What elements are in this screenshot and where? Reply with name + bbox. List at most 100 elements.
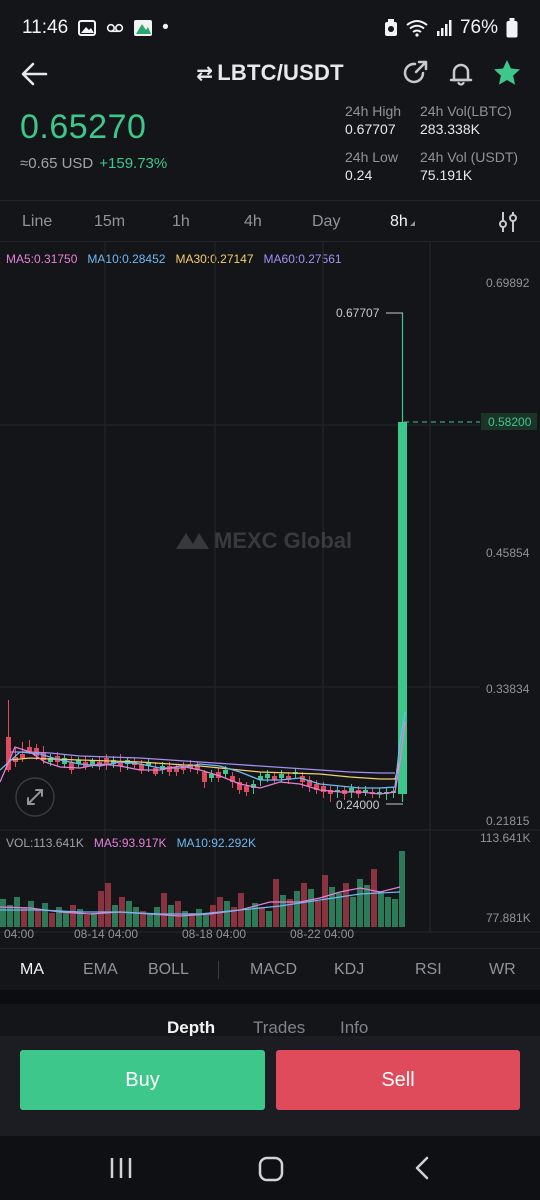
bell-icon[interactable]	[446, 58, 476, 88]
favorite-star-icon[interactable]	[492, 58, 522, 88]
tab-depth[interactable]: Depth	[167, 1018, 215, 1038]
status-bar: 11:46 • 76%	[0, 0, 540, 56]
swap-icon: ⇄	[196, 63, 214, 85]
volume-axis-min: 77.881K	[486, 911, 531, 925]
24h-low-value: 0.24	[345, 167, 373, 183]
home-icon[interactable]	[258, 1156, 284, 1182]
last-price: 0.65270	[20, 108, 147, 146]
battery-percent: 76%	[459, 17, 498, 38]
indicator-ema[interactable]: EMA	[83, 961, 118, 979]
date-label: 08-14 04:00	[74, 927, 138, 941]
section-divider	[0, 990, 540, 1004]
volume-bar	[294, 891, 300, 927]
date-label: 04:00	[4, 927, 34, 941]
volume-bar	[49, 913, 55, 927]
price-axis-label: 0.69892	[486, 276, 530, 290]
volume-bar	[42, 903, 48, 927]
volume-bar	[273, 879, 279, 927]
volume-bar	[7, 905, 13, 927]
date-label: 08-22 04:00	[290, 927, 354, 941]
volume-bar	[315, 901, 321, 927]
24h-vol-lbtc-value: 283.338K	[420, 121, 480, 137]
ma5-line	[0, 721, 406, 795]
signal-icon	[436, 20, 452, 36]
watermark-text: MEXC Global	[214, 528, 352, 553]
volume-bar	[203, 915, 209, 927]
volume-bar	[196, 909, 202, 927]
24h-high-value: 0.67707	[345, 121, 396, 137]
volume-bar	[133, 907, 139, 927]
tab-4h[interactable]: 4h	[244, 213, 262, 231]
low-marker-label: 0.24000	[336, 798, 380, 812]
candle	[363, 790, 368, 792]
volume-bar	[112, 905, 118, 927]
indicator-rsi[interactable]: RSI	[415, 961, 442, 979]
tab-15m[interactable]: 15m	[94, 213, 125, 231]
volume-bar	[14, 897, 20, 927]
voicemail-icon	[106, 23, 124, 33]
volume-bar	[161, 893, 167, 927]
back-nav-icon[interactable]	[412, 1156, 434, 1180]
volume-bar	[385, 897, 391, 927]
candles	[6, 313, 407, 802]
volume-bar	[364, 885, 370, 927]
volume-bar	[392, 899, 398, 927]
trade-action-bar: Buy Sell	[0, 1036, 540, 1136]
expand-icon	[27, 789, 43, 805]
volume-bar	[399, 851, 405, 927]
volume-bar	[322, 875, 328, 927]
indicator-macd[interactable]: MACD	[250, 961, 297, 979]
24h-vol-usdt-label: 24h Vol (USDT)	[420, 149, 519, 165]
mexc-logo-icon	[176, 533, 209, 549]
header: ⇄ LBTC/USDT	[0, 52, 540, 96]
volume-bar	[147, 913, 153, 927]
volume-bar	[301, 883, 307, 927]
volume-bar	[0, 899, 6, 927]
price-usd-change: ≈0.65 USD +159.73%	[20, 155, 167, 172]
volume-ma5-value: MA5:93.917K	[93, 836, 167, 850]
volume-ma10-value: MA10:92.292K	[176, 836, 256, 850]
volume-bar	[98, 891, 104, 927]
volume-bar	[308, 889, 314, 927]
indicator-kdj[interactable]: KDJ	[334, 961, 364, 979]
wifi-icon	[406, 20, 428, 37]
volume-bar	[70, 905, 76, 927]
volume-value: VOL:113.641K	[6, 836, 84, 850]
tab-1h[interactable]: 1h	[172, 213, 190, 231]
date-label: 08-18 04:00	[182, 927, 246, 941]
volume-bar	[371, 869, 377, 927]
candle	[153, 768, 158, 774]
fullscreen-button[interactable]	[15, 777, 55, 817]
price-axis-label: 0.33834	[486, 682, 530, 696]
indicator-wr[interactable]: WR	[489, 961, 516, 979]
volume-bar	[56, 907, 62, 927]
indicator-ma[interactable]: MA	[20, 961, 44, 979]
volume-bar	[343, 883, 349, 927]
candle	[244, 786, 249, 792]
candle	[20, 754, 25, 758]
sell-button[interactable]: Sell	[276, 1050, 520, 1110]
buy-button[interactable]: Buy	[20, 1050, 265, 1110]
chart-grid	[0, 242, 540, 933]
share-icon[interactable]	[400, 58, 430, 88]
candle	[90, 761, 95, 765]
recent-apps-icon[interactable]	[108, 1156, 134, 1180]
chart-settings-icon[interactable]	[496, 210, 520, 234]
tab-trades[interactable]: Trades	[253, 1018, 305, 1038]
24h-stats: 24h High 0.67707 24h Vol(LBTC) 283.338K 24…	[345, 102, 535, 194]
volume-bar	[84, 915, 90, 927]
battery-saver-icon	[384, 19, 397, 36]
24h-vol-lbtc-label: 24h Vol(LBTC)	[420, 103, 512, 119]
volume-bar	[350, 897, 356, 927]
indicator-bar: MA EMA BOLL MACD KDJ RSI WR	[0, 948, 540, 990]
volume-bar	[154, 907, 160, 927]
tab-8h[interactable]: 8h	[390, 213, 415, 231]
24h-vol-usdt-value: 75.191K	[420, 167, 473, 183]
indicator-boll[interactable]: BOLL	[148, 961, 189, 979]
system-nav-bar	[0, 1136, 540, 1200]
volume-bar	[224, 901, 230, 927]
tab-day[interactable]: Day	[312, 213, 340, 231]
candle	[265, 774, 270, 778]
tab-line[interactable]: Line	[22, 213, 52, 231]
tab-info[interactable]: Info	[340, 1018, 368, 1038]
